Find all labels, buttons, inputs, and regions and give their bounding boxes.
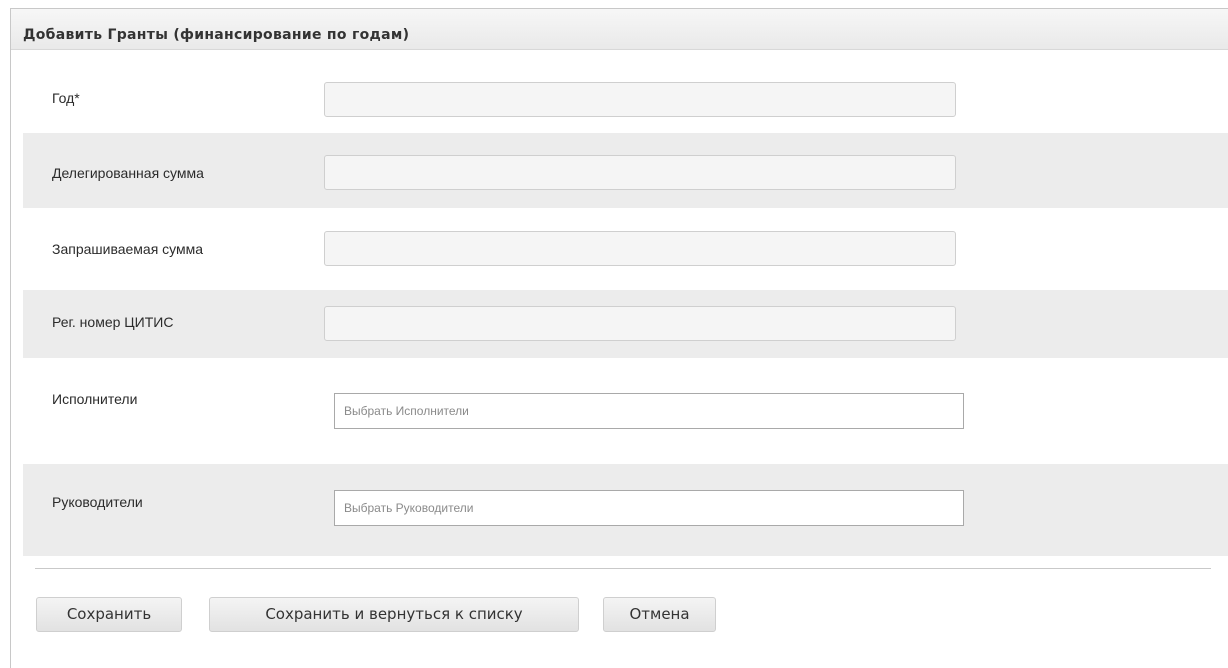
- form-row-delegated-sum: Делегированная сумма: [23, 133, 1228, 208]
- reg-number-label: Рег. номер ЦИТИС: [52, 314, 174, 330]
- form-row-reg-number: Рег. номер ЦИТИС: [23, 290, 1228, 358]
- panel-title: Добавить Гранты (финансирование по годам…: [23, 27, 410, 43]
- form-row-requested-sum: Запрашиваемая сумма: [23, 209, 1228, 289]
- supervisors-label: Руководители: [52, 494, 143, 510]
- requested-sum-label: Запрашиваемая сумма: [52, 241, 204, 257]
- performers-select[interactable]: Выбрать Исполнители: [334, 393, 964, 429]
- performers-label: Исполнители: [52, 391, 138, 407]
- supervisors-select[interactable]: Выбрать Руководители: [334, 490, 964, 526]
- supervisors-select-placeholder: Выбрать Руководители: [344, 501, 474, 515]
- form-row-year: Год*: [23, 67, 1228, 131]
- form-row-performers: Исполнители Выбрать Исполнители: [23, 359, 1228, 463]
- panel-header: Добавить Гранты (финансирование по годам…: [11, 9, 1228, 50]
- delegated-sum-input[interactable]: [324, 155, 956, 190]
- year-input[interactable]: [324, 82, 956, 117]
- save-button[interactable]: Сохранить: [36, 597, 182, 632]
- performers-select-placeholder: Выбрать Исполнители: [344, 404, 469, 418]
- year-label: Год*: [52, 90, 80, 106]
- requested-sum-input[interactable]: [324, 231, 956, 266]
- save-and-return-button[interactable]: Сохранить и вернуться к списку: [209, 597, 579, 632]
- form-divider: [35, 568, 1211, 569]
- reg-number-input[interactable]: [324, 306, 956, 341]
- add-grants-panel: Добавить Гранты (финансирование по годам…: [10, 8, 1228, 668]
- form-row-supervisors: Руководители Выбрать Руководители: [23, 464, 1228, 556]
- delegated-sum-label: Делегированная сумма: [52, 165, 204, 181]
- cancel-button[interactable]: Отмена: [603, 597, 716, 632]
